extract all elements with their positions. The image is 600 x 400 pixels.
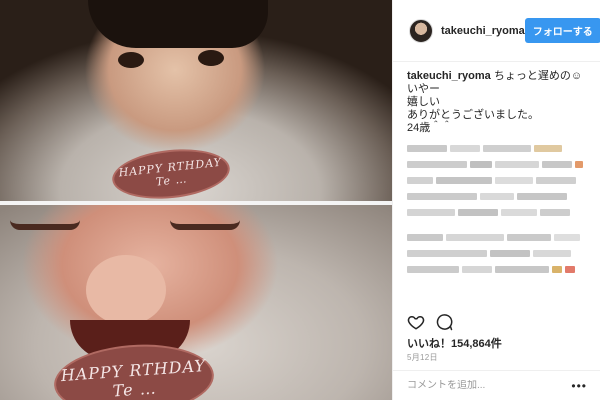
pixelated-line — [407, 234, 586, 241]
photo-eye-right-closed — [170, 220, 240, 230]
comment-bar: ••• — [393, 370, 600, 400]
caption-username[interactable]: takeuchi_ryoma — [407, 70, 491, 82]
caption-line3: ありがとうございました。 — [407, 109, 539, 121]
instagram-post: HAPPY RTHDAY Te … HAPPY RTHDAY Te … take… — [0, 0, 600, 400]
caption-line4: 24歳＾＾ — [407, 122, 453, 134]
post-photo[interactable]: HAPPY RTHDAY Te … HAPPY RTHDAY Te … — [0, 0, 392, 400]
pixelated-line — [407, 161, 586, 168]
plaque-bottom-line2: Te … — [112, 378, 158, 400]
photo-eye-left — [118, 52, 144, 68]
avatar[interactable] — [409, 18, 433, 43]
pixelated-line — [407, 266, 586, 273]
pixelated-line — [407, 145, 586, 152]
post-date: 5月12日 — [407, 353, 438, 362]
comment-icon[interactable] — [435, 313, 453, 331]
header-username[interactable]: takeuchi_ryoma — [441, 25, 525, 37]
pixelated-line — [407, 177, 586, 184]
post-sidebar: takeuchi_ryoma フォローする takeuchi_ryoma ちょっ… — [392, 0, 600, 400]
caption: takeuchi_ryoma ちょっと遅めの☺ いやー 嬉しい ありがとうござい… — [393, 62, 600, 135]
pixelated-line — [407, 250, 586, 257]
caption-line2: 嬉しい — [407, 96, 440, 108]
photo-eye-right — [198, 50, 224, 66]
photo-eye-left-closed — [10, 220, 80, 230]
pixelated-line — [407, 209, 586, 216]
likes-count[interactable]: いいね！154,864件 — [407, 335, 502, 351]
photo-nose — [86, 255, 166, 325]
pixelated-comments — [393, 145, 600, 273]
more-options-icon[interactable]: ••• — [571, 379, 587, 393]
post-actions — [407, 313, 453, 331]
post-header: takeuchi_ryoma フォローする — [393, 0, 600, 62]
birthday-plaque-top: HAPPY RTHDAY Te … — [109, 143, 233, 201]
follow-button[interactable]: フォローする — [524, 18, 600, 43]
photo-hair — [88, 0, 268, 48]
photo-panel-top: HAPPY RTHDAY Te … — [0, 0, 392, 201]
heart-icon[interactable] — [407, 313, 425, 331]
plaque-top-line2: Te … — [155, 172, 189, 189]
comment-input[interactable] — [407, 380, 572, 391]
pixelated-line — [407, 193, 586, 200]
